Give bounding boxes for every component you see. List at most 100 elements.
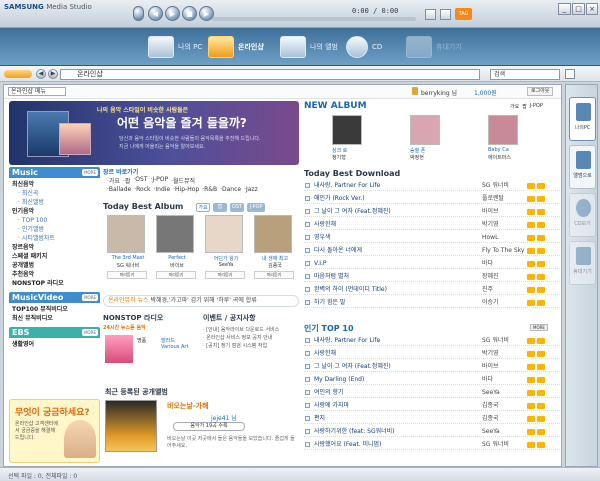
song-row[interactable]: V.I.P 바다 [304,259,560,269]
download-button[interactable] [537,261,545,267]
download-button[interactable] [537,300,545,306]
event-item[interactable]: · 온라인샵 서비스 정보 공지 안내 [203,334,299,342]
new-album-filter[interactable]: J-POP [530,103,543,110]
play-button[interactable]: ▶ [165,6,180,21]
dock-cd[interactable]: CD보기 [569,193,596,237]
sidebar-item[interactable]: 인기음악 [9,207,100,216]
listen-button[interactable] [527,377,535,383]
song-title[interactable]: 마음처럼 별처 [314,272,349,282]
listen-button[interactable] [527,183,535,189]
song-artist[interactable]: 장혜진 [482,272,499,282]
song-artist[interactable]: SG 워너비 [482,181,509,191]
song-artist[interactable]: 바이브 [482,207,499,217]
song-row[interactable]: 완벽의 하이 (먼데이디 Title) 진주 [304,285,560,295]
sidebar-item[interactable]: · TOP 100 [9,216,100,225]
listen-button[interactable] [527,338,535,344]
genre-tag[interactable]: ·가요 [107,176,120,185]
song-checkbox[interactable] [305,235,310,240]
download-button[interactable] [537,248,545,254]
logout-button[interactable]: 로그아웃 [527,87,554,96]
listen-button[interactable] [527,300,535,306]
sidebar-item[interactable]: 스페셜 패키지 [9,252,100,261]
tab-kpop[interactable]: 가요 [196,203,210,212]
preview-button[interactable]: 미리듣기 [107,271,147,279]
prev-button[interactable]: ◀ [148,6,163,21]
album-cover[interactable] [205,215,243,253]
sidebar-item[interactable]: 공개앨범 [9,261,100,270]
song-row[interactable]: 그 날이 그 여자 (Feat.정혜진) 바이브 [304,207,560,217]
song-title[interactable]: 완벽의 하이 (먼데이디 Title) [314,285,387,295]
song-artist[interactable]: 김종국 [482,401,499,411]
song-title[interactable]: 사랑한채 [314,220,336,230]
genre-tag[interactable]: ·OST [133,176,147,185]
more-button[interactable]: MORE [530,324,548,331]
song-checkbox[interactable] [305,196,310,201]
album-title[interactable]: Perfect [154,255,200,261]
sidebar-item[interactable]: · 최신곡 [9,189,100,198]
song-row[interactable]: 그 날이 그 여자 (Feat.정혜진) 바이브 [304,362,560,372]
song-artist[interactable]: 진주 [482,285,493,295]
download-button[interactable] [537,338,545,344]
help-ad[interactable]: 무엇이 궁금하세요? 온라인샵 고객센터에서 궁금증을 해결해 드립니다. [9,399,100,463]
song-row[interactable]: 애인가 (Rock Ver.) 플로렌탈 [304,194,560,204]
sidebar-item[interactable]: 추천음악 [9,270,100,279]
listen-button[interactable] [527,364,535,370]
song-title[interactable]: 여인의 향기 [314,388,344,398]
genre-tag[interactable]: ·Jazz [244,186,258,193]
song-checkbox[interactable] [305,274,310,279]
song-title[interactable]: 영우색 [314,233,331,243]
listen-button[interactable] [527,222,535,228]
album-title[interactable]: The 3rd Mast [105,255,151,261]
song-row[interactable]: 내사랑. Partner For Life SG 워너비 [304,181,560,191]
download-button[interactable] [537,429,545,435]
new-album-title[interactable]: 싱크 로 [332,147,347,154]
download-button[interactable] [537,351,545,357]
sidebar-item[interactable]: 생활영어 [9,340,100,349]
song-artist[interactable]: Fly To The Sky [482,246,525,256]
forward-button[interactable]: ▶ [48,69,58,79]
genre-tag[interactable]: ·월드뮤직 [171,176,195,185]
song-artist[interactable]: 바다 [482,375,493,385]
dock-album[interactable]: 앨범으로 [569,145,596,189]
stop-button[interactable]: ■ [182,6,197,21]
genre-tag[interactable]: ·Rock [134,186,150,193]
song-checkbox[interactable] [305,364,310,369]
song-checkbox[interactable] [305,403,310,408]
song-checkbox[interactable] [305,183,310,188]
listen-button[interactable] [527,235,535,241]
listen-button[interactable] [527,416,535,422]
sidebar-item[interactable]: 최신음악 [9,180,100,189]
dock-my-pc[interactable]: 나의PC [569,97,596,141]
song-row[interactable]: 사랑한채 박기영 [304,220,560,230]
song-title[interactable]: 사랑한채 [314,349,336,359]
sidebar-item[interactable]: NONSTOP 라디오 [9,279,100,288]
song-artist[interactable]: 바다 [482,259,493,269]
event-item[interactable]: · [공지] 정기 점검 시스템 작업 [203,342,299,350]
song-checkbox[interactable] [305,377,310,382]
category-select[interactable]: 온라인샵 메뉴 [8,87,66,96]
new-album-filter[interactable]: 가요 [510,103,519,110]
song-artist[interactable]: SeeYa [482,427,500,437]
mode-toggle[interactable] [4,70,32,78]
download-button[interactable] [537,183,545,189]
song-artist[interactable]: SG 워너비 [482,440,509,450]
genre-tag[interactable]: ·Dance [220,186,241,193]
song-row[interactable]: 하기 힘든 말 이승기 [304,298,560,308]
listen-button[interactable] [527,403,535,409]
song-row[interactable]: 사랑하기위한 (feat: SG워너비) SeeYa [304,427,560,437]
preview-button[interactable]: 미리듣기 [205,271,245,279]
sidebar-item[interactable]: · 인기앨범 [9,225,100,234]
song-artist[interactable]: SG 워너비 [482,336,509,346]
song-title[interactable]: 다시 돌아온 너에게 [314,246,362,256]
close-button[interactable]: × [586,3,598,15]
song-title[interactable]: 하기 힘든 말 [314,298,345,308]
tab-online-shop[interactable]: 온라인샵 [208,32,264,62]
album-cover[interactable] [156,215,194,253]
song-checkbox[interactable] [305,351,310,356]
album-title[interactable]: 내 생애 최고 [252,255,298,262]
download-button[interactable] [537,287,545,293]
song-artist[interactable]: 플로렌탈 [482,194,504,204]
repeat-icon[interactable] [440,9,451,20]
dock-device[interactable]: 휴대기기 [569,241,596,285]
song-artist[interactable]: 김종국 [482,414,499,424]
